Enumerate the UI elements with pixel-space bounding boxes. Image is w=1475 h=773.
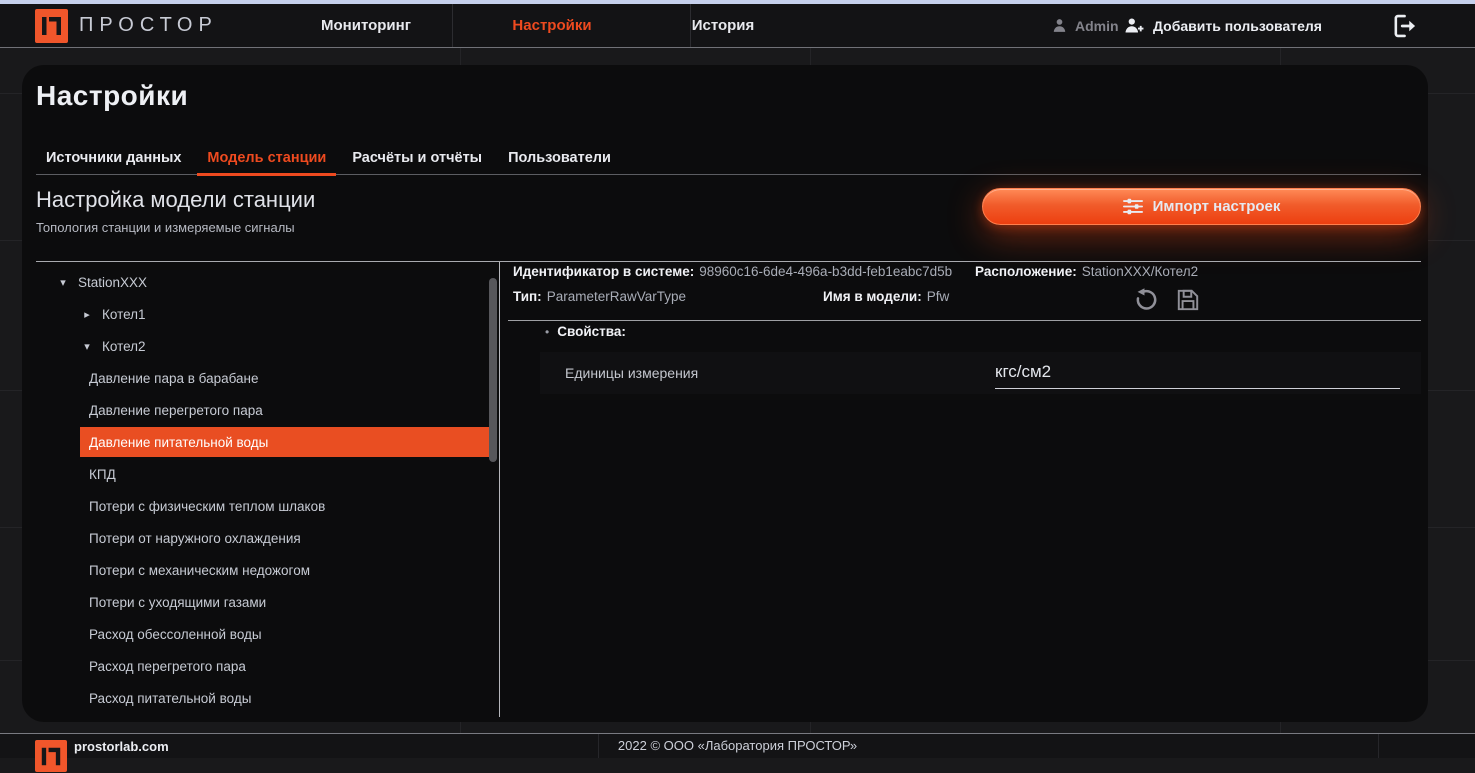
import-settings-button[interactable]: Импорт настроек <box>982 188 1421 225</box>
top-accent-strip <box>0 0 1475 4</box>
tab-calculations-reports[interactable]: Расчёты и отчёты <box>350 141 484 174</box>
nav-item-label: Настройки <box>512 17 591 34</box>
nav-divider <box>452 4 453 47</box>
tree-item-label: КПД <box>89 467 116 482</box>
save-button[interactable] <box>1175 287 1201 313</box>
location-label: Расположение: <box>975 264 1077 279</box>
tree-item-signal[interactable]: Потери с уходящими газами <box>80 586 489 618</box>
units-label: Единицы измерения <box>565 365 698 381</box>
tree-item-signal[interactable]: Расход перегретого пара <box>80 650 489 682</box>
undo-icon <box>1133 287 1159 313</box>
property-row: Единицы измерения <box>540 352 1421 394</box>
tree-item-label: Давление перегретого пара <box>89 403 263 418</box>
section-title: Настройка модели станции <box>36 187 315 213</box>
sliders-icon <box>1123 198 1143 215</box>
tab-users[interactable]: Пользователи <box>506 141 613 174</box>
nav-item-settings[interactable]: Настройки <box>492 4 612 47</box>
app: { "header": { "brand": "ПРОСТОР", "nav":… <box>0 0 1475 757</box>
footer: prostorlab.com 2022 © ООО «Лаборатория П… <box>0 733 1475 758</box>
tree-item-station[interactable]: ▾ StationXXX <box>36 266 489 298</box>
system-id-field: Идентификатор в системе: 98960c16-6de4-49… <box>513 264 952 279</box>
caret-down-icon[interactable]: ▾ <box>80 340 94 353</box>
properties-label: Свойства: <box>557 324 626 339</box>
nav-item-label: Мониторинг <box>321 17 411 34</box>
column-divider <box>499 262 500 717</box>
tree-item-label: Потери с уходящими газами <box>89 595 266 610</box>
model-name-value: Pfw <box>927 289 950 304</box>
section-subtitle: Топология станции и измеряемые сигналы <box>36 220 295 235</box>
tree-item-label: Потери от наружного охлаждения <box>89 531 301 546</box>
tree-item-signal[interactable]: Потери от наружного охлаждения <box>80 522 489 554</box>
brand-logo-icon <box>35 9 68 43</box>
tree-item-signal[interactable]: Расход питательной воды <box>80 682 489 714</box>
tree-item-signal[interactable]: КПД <box>80 458 489 490</box>
tree-item-label: Расход питательной воды <box>89 691 251 706</box>
logout-icon <box>1390 12 1418 40</box>
type-label: Тип: <box>513 289 542 304</box>
current-user-name: Admin <box>1075 18 1119 34</box>
nav-divider <box>690 4 691 47</box>
tree-item-label: Потери с физическим теплом шлаков <box>89 499 325 514</box>
tab-label: Расчёты и отчёты <box>352 150 482 166</box>
tab-label: Источники данных <box>46 150 181 166</box>
brand-name: ПРОСТОР <box>79 14 218 37</box>
tree-item-signal[interactable]: Потери с физическим теплом шлаков <box>80 490 489 522</box>
add-user-button[interactable]: Добавить пользователя <box>1124 4 1322 47</box>
nav-item-label: История <box>692 17 755 34</box>
tree-item-label: Давление пара в барабане <box>89 371 259 386</box>
nav-item-monitoring[interactable]: Мониторинг <box>301 4 431 47</box>
type-value: ParameterRawVarType <box>547 289 686 304</box>
footer-copyright: 2022 © ООО «Лаборатория ПРОСТОР» <box>0 734 1475 758</box>
tree-item-label: Котел1 <box>102 307 146 322</box>
logout-button[interactable] <box>1390 12 1418 40</box>
add-user-icon <box>1124 16 1145 35</box>
units-input[interactable] <box>995 356 1400 389</box>
location-field: Расположение: StationXXX/Котел2 <box>975 264 1198 279</box>
tree-item-label: Давление питательной воды <box>89 435 268 450</box>
tree-item-signal[interactable]: Давление перегретого пара <box>80 394 489 426</box>
brand-logo[interactable]: ПРОСТОР <box>35 8 218 43</box>
tree-item-label: Котел2 <box>102 339 146 354</box>
settings-panel: Настройки Источники данных Модель станци… <box>22 65 1428 722</box>
settings-tabs: Источники данных Модель станции Расчёты … <box>36 141 1421 175</box>
page-title: Настройки <box>36 80 188 112</box>
location-value: StationXXX/Котел2 <box>1082 264 1198 279</box>
user-icon <box>1051 17 1068 34</box>
import-settings-label: Импорт настроек <box>1153 198 1281 215</box>
tree-item-label: StationXXX <box>78 275 147 290</box>
tree-item-signal[interactable]: Потери с механическим недожогом <box>80 554 489 586</box>
tree-item-node[interactable]: ▾ Котел2 <box>36 330 489 362</box>
system-id-value: 98960c16-6de4-496a-b3dd-feb1eabc7d5b <box>699 264 952 279</box>
undo-button[interactable] <box>1133 287 1159 313</box>
tab-label: Пользователи <box>508 150 611 166</box>
model-name-label: Имя в модели: <box>823 289 922 304</box>
tree-item-signal[interactable]: Давление питательной воды <box>80 427 489 457</box>
nav-item-history[interactable]: История <box>663 4 783 47</box>
caret-down-icon[interactable]: ▾ <box>56 276 70 289</box>
model-name-field: Имя в модели: Pfw <box>823 289 949 304</box>
tree-item-signal[interactable]: Расход обессоленной воды <box>80 618 489 650</box>
bullet-icon: • <box>545 325 549 339</box>
tree-item-signal[interactable]: Давление пара в барабане <box>80 362 489 394</box>
tree-item-label: Потери с механическим недожогом <box>89 563 310 578</box>
caret-right-icon[interactable]: ▸ <box>80 308 94 321</box>
tab-station-model[interactable]: Модель станции <box>205 141 328 174</box>
type-field: Тип: ParameterRawVarType <box>513 289 686 304</box>
tab-data-sources[interactable]: Источники данных <box>44 141 183 174</box>
current-user[interactable]: Admin <box>1051 4 1119 47</box>
header: ПРОСТОР Мониторинг Настройки История Adm… <box>0 4 1475 48</box>
tab-label: Модель станции <box>207 150 326 166</box>
divider <box>508 320 1421 321</box>
signal-tree: ▾ StationXXX ▸ Котел1 ▾ Котел2 Давление пара в… <box>36 262 489 714</box>
tree-scrollbar[interactable] <box>489 278 497 462</box>
tree-item-label: Расход обессоленной воды <box>89 627 262 642</box>
add-user-label: Добавить пользователя <box>1153 18 1322 34</box>
properties-header: • Свойства: <box>545 324 626 339</box>
tree-item-node[interactable]: ▸ Котел1 <box>36 298 489 330</box>
save-icon <box>1175 287 1201 313</box>
tree-item-label: Расход перегретого пара <box>89 659 246 674</box>
system-id-label: Идентификатор в системе: <box>513 264 694 279</box>
